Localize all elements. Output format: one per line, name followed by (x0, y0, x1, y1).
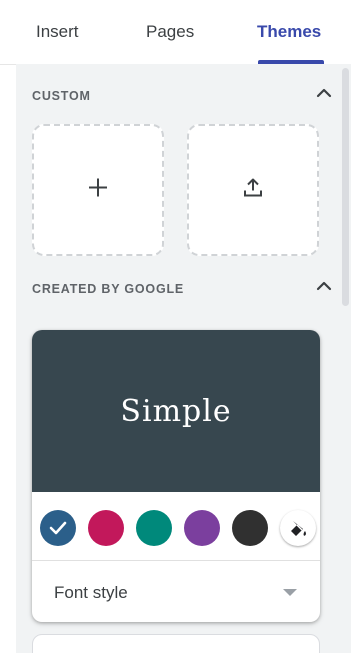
theme-name: Simple (120, 394, 232, 429)
font-style-dropdown[interactable]: Font style (32, 561, 320, 622)
color-swatch[interactable] (88, 510, 124, 546)
color-swatch[interactable] (184, 510, 220, 546)
upload-icon (242, 177, 264, 204)
chevron-up-icon-svg (316, 88, 332, 98)
color-swatch[interactable] (232, 510, 268, 546)
tab-insert[interactable]: Insert (36, 22, 79, 42)
dropdown-arrow-icon (283, 589, 297, 596)
custom-color-button[interactable] (280, 510, 316, 546)
tab-themes[interactable]: Themes (257, 22, 321, 42)
custom-section-title: CUSTOM (32, 89, 91, 103)
theme-card-next[interactable] (32, 634, 320, 653)
chevron-up-icon[interactable] (315, 86, 333, 100)
chevron-up-icon[interactable] (315, 279, 333, 293)
google-section-title: CREATED BY GOOGLE (32, 282, 185, 296)
theme-preview[interactable]: Simple (32, 330, 320, 492)
color-swatch[interactable] (136, 510, 172, 546)
font-style-label: Font style (54, 583, 128, 602)
tab-bar: Insert Pages Themes (0, 0, 351, 65)
color-swatch-selected[interactable] (40, 510, 76, 546)
upload-theme-button[interactable] (187, 124, 319, 256)
themes-sidebar: Insert Pages Themes CUSTOM CREATED BY GO… (0, 0, 351, 653)
create-theme-button[interactable] (32, 124, 164, 256)
theme-card-simple: Simple Font style (32, 330, 320, 622)
paint-bucket-icon (288, 518, 308, 543)
tab-pages[interactable]: Pages (146, 22, 194, 42)
check-icon (49, 520, 67, 541)
add-icon (87, 177, 109, 204)
scrollbar-thumb[interactable] (342, 68, 349, 306)
